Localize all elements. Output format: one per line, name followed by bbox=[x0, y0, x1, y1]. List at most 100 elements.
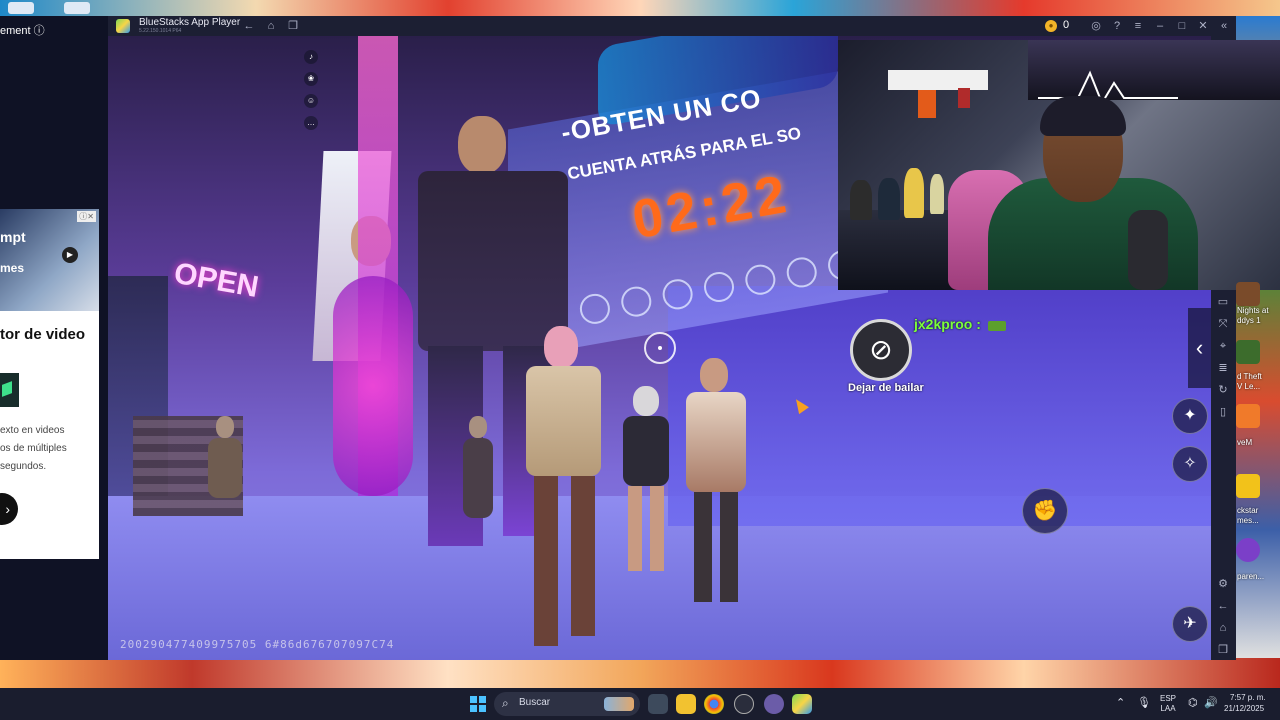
character-torso bbox=[526, 366, 601, 476]
weapon-icon[interactable]: ✧ bbox=[1172, 446, 1208, 482]
app-icon[interactable] bbox=[764, 694, 784, 714]
minimize-icon[interactable]: – bbox=[1152, 18, 1168, 34]
ad-description: exto en videos os de múltiples segundos. bbox=[0, 422, 67, 476]
browser-side-panel: ement ⓘ mpt mes ▶ ⓘ✕ tor de video exto e… bbox=[0, 16, 108, 660]
desktop-app-label: paren... bbox=[1237, 572, 1265, 581]
character-head bbox=[544, 326, 578, 368]
top-app-icon-2[interactable] bbox=[64, 2, 90, 14]
tray-chevron-icon[interactable]: ⌃ bbox=[1116, 696, 1125, 709]
top-app-icon-1[interactable] bbox=[8, 2, 34, 14]
account-icon[interactable]: ◎ bbox=[1088, 18, 1104, 34]
coin-icon: ● bbox=[1045, 20, 1057, 32]
expand-panel-icon[interactable]: ‹ bbox=[1188, 308, 1211, 388]
desktop-app-label: veM bbox=[1237, 438, 1253, 447]
help-icon[interactable]: ? bbox=[1109, 18, 1125, 34]
figure-shelf bbox=[838, 210, 958, 290]
location-icon[interactable]: ⌖ bbox=[1215, 338, 1231, 354]
recent-apps-icon[interactable]: ❒ bbox=[1215, 642, 1231, 658]
emoji-icon[interactable]: ☺ bbox=[304, 94, 318, 108]
multi-window-icon[interactable]: ▯ bbox=[1215, 404, 1231, 420]
stop-dance-icon[interactable]: ⊘ bbox=[850, 319, 912, 381]
clock-time[interactable]: 7:57 p. m. bbox=[1230, 693, 1266, 702]
taskbar-search[interactable]: ⌕ Buscar bbox=[494, 692, 640, 716]
microphone-icon bbox=[1128, 210, 1168, 290]
ad-image-text-2: mes bbox=[0, 261, 25, 275]
desktop-app-icon[interactable] bbox=[1236, 474, 1260, 498]
file-explorer-icon[interactable] bbox=[676, 694, 696, 714]
menu-icon[interactable]: ≡ bbox=[1130, 18, 1146, 34]
session-id: 200290477409975705 6#86d676707097C74 bbox=[120, 638, 395, 651]
bluestacks-logo-icon bbox=[116, 19, 130, 33]
ad-image-text-1: mpt bbox=[0, 229, 26, 245]
back-icon[interactable]: ← bbox=[241, 18, 257, 34]
pet-icon[interactable]: ❀ bbox=[304, 72, 318, 86]
multi-instance-icon[interactable]: ❐ bbox=[285, 18, 301, 34]
desktop-screen: ement ⓘ mpt mes ▶ ⓘ✕ tor de video exto e… bbox=[0, 0, 1280, 720]
desktop-app-label: ckstar mes... bbox=[1237, 506, 1259, 525]
ad-desc-line-3: segundos. bbox=[0, 461, 47, 472]
bluestacks-taskbar-icon[interactable] bbox=[792, 694, 812, 714]
search-highlight-image bbox=[604, 697, 634, 711]
progress-circle bbox=[618, 284, 654, 319]
maximize-icon[interactable]: □ bbox=[1174, 18, 1190, 34]
webcam-overlay bbox=[838, 40, 1280, 290]
desktop-app-label: Nights at ddys 1 bbox=[1237, 306, 1269, 325]
progress-circle bbox=[784, 255, 820, 290]
android-home-icon[interactable]: ⌂ bbox=[1215, 620, 1231, 636]
play-icon[interactable]: ▶ bbox=[62, 247, 78, 263]
microphone-tray-icon[interactable]: 🎙 bbox=[1137, 696, 1151, 709]
action-figure bbox=[878, 178, 900, 220]
open-sign: OPEN bbox=[171, 256, 262, 305]
task-view-icon[interactable] bbox=[648, 694, 668, 714]
settings-icon[interactable]: ⚙ bbox=[1215, 576, 1231, 592]
chevron-right-icon[interactable]: › bbox=[0, 493, 18, 525]
ad-heading: tor de video bbox=[0, 326, 86, 343]
home-icon[interactable]: ⌂ bbox=[263, 18, 279, 34]
character-head bbox=[216, 416, 234, 438]
character-head bbox=[700, 358, 728, 392]
crouch-icon[interactable]: ✦ bbox=[1172, 398, 1208, 434]
language-indicator[interactable]: ESP LAA bbox=[1160, 694, 1176, 714]
clock-date[interactable]: 21/12/2025 bbox=[1224, 704, 1264, 713]
desktop-app-icon[interactable] bbox=[1236, 340, 1260, 364]
character-torso bbox=[686, 392, 746, 492]
chat-icon[interactable]: … bbox=[304, 116, 318, 130]
sprint-icon[interactable]: ✈ bbox=[1172, 606, 1208, 642]
character-torso bbox=[418, 171, 568, 351]
chrome-icon[interactable] bbox=[704, 694, 724, 714]
volume-icon[interactable]: ♪ bbox=[304, 50, 318, 64]
character-head bbox=[458, 116, 506, 174]
android-back-icon[interactable]: ← bbox=[1215, 598, 1231, 614]
screenshot-icon[interactable]: ▭ bbox=[1215, 294, 1231, 310]
ad-card[interactable]: mpt mes ▶ ⓘ✕ tor de video exto en videos… bbox=[0, 209, 99, 559]
streamer-hair bbox=[1040, 96, 1126, 136]
desktop-app-label: d Theft V Le... bbox=[1237, 372, 1262, 391]
layers-icon[interactable]: ≣ bbox=[1215, 360, 1231, 376]
progress-circle bbox=[701, 269, 737, 305]
wallpaper-top bbox=[0, 0, 1280, 16]
emote-label: Dejar de bailar bbox=[848, 382, 924, 394]
ad-choices-badge[interactable]: ⓘ✕ bbox=[77, 211, 96, 222]
obs-icon[interactable] bbox=[734, 694, 754, 714]
desktop-app-icon[interactable] bbox=[1236, 538, 1260, 562]
ad-logo-icon bbox=[0, 373, 19, 407]
wallpaper-bottom bbox=[0, 658, 1280, 688]
progress-circle bbox=[742, 262, 778, 298]
character-torso bbox=[623, 416, 669, 486]
ad-desc-line-1: exto en videos bbox=[0, 425, 65, 436]
close-icon[interactable]: ✕ bbox=[1195, 18, 1211, 34]
character-head bbox=[469, 416, 487, 438]
macro-icon[interactable]: ↻ bbox=[1215, 382, 1231, 398]
collapse-sidebar-icon[interactable]: « bbox=[1216, 18, 1232, 34]
ad-image[interactable]: mpt mes ▶ ⓘ✕ bbox=[0, 209, 99, 311]
action-figure bbox=[850, 180, 872, 220]
character-leg bbox=[628, 486, 642, 571]
coin-count: 0 bbox=[1063, 19, 1070, 31]
desktop-app-icon[interactable] bbox=[1236, 404, 1260, 428]
network-icon[interactable]: ⌬ bbox=[1188, 696, 1198, 709]
punch-icon[interactable]: ✊ bbox=[1022, 488, 1068, 534]
windows-start-icon[interactable] bbox=[470, 696, 486, 712]
desktop-app-icon[interactable] bbox=[1236, 282, 1260, 306]
volume-tray-icon[interactable]: 🔊 bbox=[1204, 696, 1218, 709]
shake-icon[interactable]: ⤧ bbox=[1215, 316, 1231, 332]
